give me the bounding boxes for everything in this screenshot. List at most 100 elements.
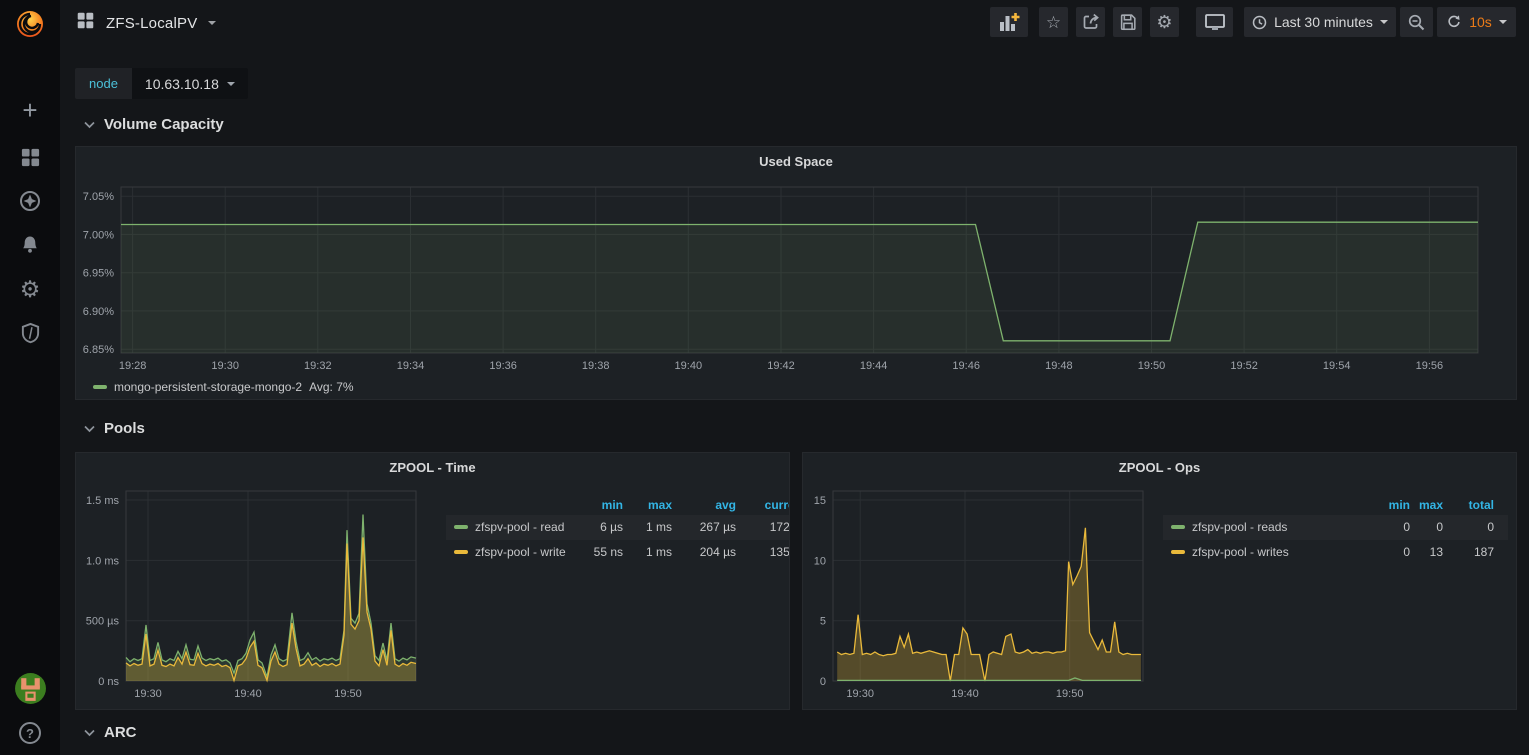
series-avg: Avg: 7% [309, 380, 353, 394]
section-volume-capacity[interactable]: Volume Capacity [84, 116, 224, 133]
section-arc[interactable]: ARC [84, 724, 137, 741]
svg-text:19:30: 19:30 [211, 360, 239, 372]
legend-col-max[interactable]: max [1419, 495, 1443, 515]
section-pools[interactable]: Pools [84, 420, 145, 437]
refresh-icon [1446, 14, 1462, 30]
user-avatar[interactable] [0, 671, 60, 705]
svg-text:0: 0 [820, 676, 826, 688]
panel-title[interactable]: ZPOOL - Time [76, 460, 789, 475]
svg-text:6.90%: 6.90% [83, 306, 114, 318]
used-space-legend: mongo-persistent-storage-mongo-2 Avg: 7% [93, 377, 354, 397]
svg-text:1.0 ms: 1.0 ms [86, 555, 120, 567]
svg-text:19:44: 19:44 [860, 360, 888, 372]
zoom-out-icon [1407, 13, 1426, 32]
legend-value-max: 0 [1436, 515, 1443, 540]
legend-value-current: 172 µs [770, 515, 790, 540]
sidebar: + ⚙ ? [0, 0, 60, 755]
add-panel-button[interactable] [990, 7, 1028, 37]
svg-text:5: 5 [820, 616, 826, 628]
share-dashboard-button[interactable] [1076, 7, 1105, 37]
svg-text:7.05%: 7.05% [83, 191, 114, 203]
panel-title[interactable]: ZPOOL - Ops [803, 460, 1516, 475]
explore-compass-icon[interactable] [0, 190, 60, 212]
zoom-out-time-button[interactable] [1400, 7, 1433, 37]
variable-label: node [75, 68, 132, 99]
svg-text:15: 15 [814, 495, 826, 507]
legend-col-max[interactable]: max [648, 495, 672, 515]
panel-zpool-ops: ZPOOL - Ops 05101519:3019:4019:50 min ma… [802, 452, 1517, 710]
refresh-picker[interactable]: 10s [1437, 7, 1516, 37]
legend-row: zfspv-pool - write 55 ns 1 ms 204 µs 135… [446, 540, 790, 565]
legend-col-avg[interactable]: avg [715, 495, 736, 515]
series-name[interactable]: zfspv-pool - read [475, 515, 564, 540]
svg-text:19:30: 19:30 [134, 688, 162, 700]
legend-row: zfspv-pool - reads 0 0 0 [1163, 515, 1508, 540]
legend-value-min: 55 ns [594, 540, 623, 565]
svg-text:19:36: 19:36 [489, 360, 517, 372]
panel-zpool-time: ZPOOL - Time 0 ns 500 µs 1.0 ms 1.5 ms 19:30… [75, 452, 790, 710]
refresh-interval-label: 10s [1469, 14, 1492, 30]
legend-col-current[interactable]: current [765, 495, 790, 515]
series-name[interactable]: zfspv-pool - write [475, 540, 566, 565]
legend-value-min: 0 [1403, 540, 1410, 565]
template-variable-node: node 10.63.10.18 [75, 68, 248, 99]
series-name[interactable]: zfspv-pool - reads [1192, 515, 1287, 540]
help-circle-icon[interactable]: ? [0, 720, 60, 746]
svg-text:19:54: 19:54 [1323, 360, 1351, 372]
legend-col-min[interactable]: min [1389, 495, 1410, 515]
save-dashboard-button[interactable] [1113, 7, 1142, 37]
section-label: Volume Capacity [104, 116, 224, 133]
cycle-view-mode-button[interactable] [1196, 7, 1233, 37]
dashboard-title: ZFS-LocalPV [106, 15, 197, 32]
caret-down-icon [1499, 20, 1507, 24]
svg-text:6.95%: 6.95% [83, 268, 114, 280]
legend-value-max: 1 ms [646, 515, 672, 540]
save-icon [1118, 12, 1138, 32]
zpool-time-chart[interactable]: 0 ns500 µs1.0 ms1.5 ms19:3019:4019:50 [76, 453, 790, 710]
series-name[interactable]: mongo-persistent-storage-mongo-2 [114, 380, 302, 394]
svg-text:19:52: 19:52 [1230, 360, 1258, 372]
time-range-label: Last 30 minutes [1274, 14, 1373, 30]
panel-title[interactable]: Used Space [76, 154, 1516, 169]
apps-grid-icon [76, 11, 95, 35]
section-label: Pools [104, 420, 145, 437]
dashboards-grid-icon[interactable] [0, 146, 60, 168]
zpool-time-legend: min max avg current zfspv-pool - read 6 … [446, 495, 790, 565]
grafana-logo-icon[interactable] [0, 6, 60, 42]
series-name[interactable]: zfspv-pool - writes [1192, 540, 1289, 565]
configuration-gear-icon[interactable]: ⚙ [0, 278, 60, 300]
svg-text:0 ns: 0 ns [98, 676, 119, 688]
server-admin-shield-icon[interactable] [0, 322, 60, 344]
add-panel-icon [998, 12, 1020, 33]
star-dashboard-button[interactable]: ☆ [1039, 7, 1068, 37]
svg-text:1.5 ms: 1.5 ms [86, 495, 120, 507]
time-range-picker[interactable]: Last 30 minutes [1244, 7, 1396, 37]
series-swatch [454, 525, 468, 529]
dashboard-title-group[interactable]: ZFS-LocalPV [76, 0, 216, 46]
legend-col-total[interactable]: total [1469, 495, 1494, 515]
tv-kiosk-icon [1204, 12, 1226, 32]
legend-value-total: 187 [1474, 540, 1494, 565]
create-plus-icon[interactable]: + [0, 97, 60, 123]
legend-value-min: 0 [1403, 515, 1410, 540]
svg-text:19:46: 19:46 [952, 360, 980, 372]
legend-row: zfspv-pool - writes 0 13 187 [1163, 540, 1508, 565]
legend-value-current: 135 µs [770, 540, 790, 565]
legend-col-min[interactable]: min [602, 495, 623, 515]
svg-text:19:40: 19:40 [675, 360, 703, 372]
clock-icon [1252, 15, 1267, 30]
svg-text:19:28: 19:28 [119, 360, 147, 372]
zpool-ops-legend: min max total zfspv-pool - reads 0 0 0 z… [1163, 495, 1508, 565]
used-space-chart[interactable]: 6.85%6.90%6.95%7.00%7.05%19:2819:3019:32… [76, 147, 1517, 400]
variable-value-dropdown[interactable]: 10.63.10.18 [132, 68, 248, 99]
svg-text:19:40: 19:40 [951, 688, 979, 700]
dashboard-settings-button[interactable]: ⚙ [1150, 7, 1179, 37]
section-label: ARC [104, 724, 137, 741]
chevron-down-icon [84, 425, 95, 433]
share-icon [1081, 12, 1101, 32]
alerting-bell-icon[interactable] [0, 234, 60, 256]
zpool-ops-chart[interactable]: 05101519:3019:4019:50 [803, 453, 1517, 710]
star-icon: ☆ [1046, 14, 1061, 31]
panel-used-space: Used Space 6.85%6.90%6.95%7.00%7.05%19:2… [75, 146, 1517, 400]
svg-text:500 µs: 500 µs [86, 616, 120, 628]
